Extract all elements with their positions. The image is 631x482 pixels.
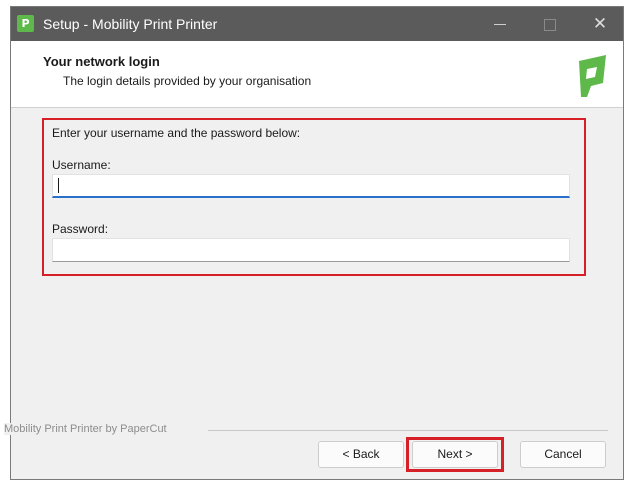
page-title: Your network login (43, 54, 160, 69)
app-icon: P (17, 15, 34, 32)
maximize-icon (544, 18, 556, 31)
minimize-icon (494, 24, 506, 25)
brand-text: Mobility Print Printer by PaperCut (4, 423, 171, 435)
cancel-button[interactable]: Cancel (520, 441, 606, 468)
username-input[interactable] (52, 174, 570, 198)
papercut-logo-icon (579, 55, 606, 97)
password-label: Password: (52, 222, 109, 236)
password-input[interactable] (52, 238, 570, 262)
close-icon: ✕ (592, 14, 608, 34)
minimize-button[interactable] (477, 7, 523, 41)
window-title: Setup - Mobility Print Printer (43, 16, 218, 32)
separator-line (208, 430, 608, 431)
username-label: Username: (52, 158, 111, 172)
page-subtitle: The login details provided by your organ… (63, 74, 312, 88)
brand-separator: Mobility Print Printer by PaperCut (0, 423, 631, 437)
instruction-text: Enter your username and the password bel… (52, 126, 301, 140)
title-bar[interactable]: P Setup - Mobility Print Printer ✕ (11, 7, 623, 41)
close-button[interactable]: ✕ (577, 7, 623, 41)
back-button[interactable]: < Back (318, 441, 404, 468)
next-button-highlight (406, 437, 504, 472)
maximize-button[interactable] (527, 7, 573, 41)
text-cursor (58, 178, 59, 193)
wizard-header: Your network login The login details pro… (11, 41, 623, 108)
